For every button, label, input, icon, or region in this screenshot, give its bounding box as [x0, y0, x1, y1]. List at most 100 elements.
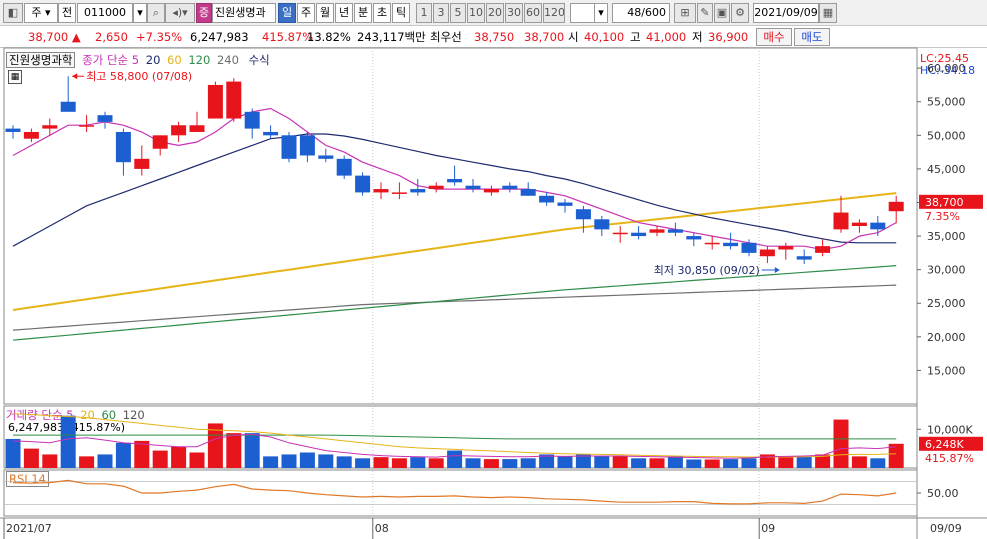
sell-button[interactable]: 매도	[794, 28, 830, 46]
volume-bar	[539, 454, 555, 468]
interval-button-7[interactable]: 120	[543, 3, 565, 23]
candle-body	[373, 189, 389, 193]
high-label: 고	[630, 30, 641, 44]
volume-bar	[428, 458, 444, 468]
code-dropdown[interactable]: ▾	[133, 3, 147, 23]
date-readout: 09/09	[930, 522, 962, 535]
volume-bar	[759, 454, 775, 468]
interval-button-1[interactable]: 3	[433, 3, 449, 23]
volume-last-tag	[919, 436, 983, 451]
candle-body	[410, 189, 426, 193]
period-select[interactable]: 주 ▾	[24, 3, 58, 23]
stock-code-input[interactable]: 011000	[77, 3, 133, 23]
buy-button[interactable]: 매수	[756, 28, 792, 46]
draw-icon[interactable]: ✎	[697, 3, 713, 23]
candle-body	[815, 246, 831, 253]
margin-badge: 증	[196, 3, 212, 23]
candle-body	[391, 192, 407, 194]
rsi-label[interactable]: RSI 14	[6, 471, 49, 487]
volume-bar	[263, 456, 279, 468]
candle-body	[612, 232, 628, 235]
interval-button-3[interactable]: 10	[467, 3, 485, 23]
volume-bar	[97, 454, 113, 468]
period-tab-2[interactable]: 월	[316, 3, 334, 23]
candle-body	[336, 158, 352, 176]
volume-ma20-line	[12, 413, 897, 458]
speaker-icon[interactable]: ◂)▾	[165, 3, 195, 23]
volume-bar	[667, 456, 683, 468]
last-pct-label: 7.35%	[925, 210, 960, 223]
volume-bar	[226, 433, 242, 468]
candle-body	[631, 232, 647, 237]
turnover: 13.82%	[307, 30, 351, 44]
price-tick-label: 40,000	[927, 196, 966, 209]
candle-body	[263, 131, 279, 136]
window-icon[interactable]: ◧	[3, 3, 23, 23]
candle-body	[171, 125, 187, 136]
interval-dropdown[interactable]: ▾	[594, 3, 608, 23]
low-label: 저	[692, 30, 703, 44]
candle-body	[23, 131, 39, 139]
settings-icon[interactable]: ⊞	[674, 3, 696, 23]
volume-bar	[483, 459, 499, 468]
ma240-label: 240	[216, 53, 239, 67]
last-price-tag	[919, 194, 983, 209]
price-tick-label: 15,000	[927, 364, 966, 377]
grid-toggle-icon[interactable]: ▦	[8, 70, 22, 84]
ma20-label: 20	[145, 53, 161, 67]
volume-ma120-label: 120	[122, 408, 145, 422]
candle-body	[134, 158, 150, 169]
candle-body	[759, 249, 775, 257]
interval-button-5[interactable]: 30	[505, 3, 523, 23]
date-input[interactable]: 2021/09/09	[753, 3, 819, 23]
period-tab-6[interactable]: 틱	[392, 3, 410, 23]
period-tab-0[interactable]: 일	[278, 3, 296, 23]
volume-bar	[244, 433, 260, 468]
ma-line-60	[12, 192, 897, 311]
interval-button-2[interactable]: 5	[450, 3, 466, 23]
chart-name-tab[interactable]: 진원생명과학	[6, 52, 76, 68]
chart-window: ◧ 주 ▾ 전 011000 ▾ ⌕ ◂)▾ 증 진원생명과 일주월년분초틱 1…	[0, 0, 987, 539]
interval-button-4[interactable]: 20	[486, 3, 504, 23]
quote-bar: 38,700 ▲ 2,650 +7.35% 6,247,983 415.87% …	[0, 26, 987, 48]
volume-ma-label: 거래량 단순 5	[6, 408, 74, 422]
volume-bar	[741, 458, 757, 468]
candle-body	[851, 222, 867, 226]
volume-bar	[5, 438, 21, 468]
volume-bar	[575, 454, 591, 468]
volume-bar	[281, 454, 297, 468]
volume-ratio: 415.87%	[262, 30, 314, 44]
save-icon[interactable]: ▣	[714, 3, 730, 23]
gear-icon[interactable]: ⚙	[731, 3, 749, 23]
low-arrow-head	[774, 266, 780, 273]
price: 38,700 ▲	[28, 30, 81, 44]
period-tab-5[interactable]: 초	[373, 3, 391, 23]
period-tab-1[interactable]: 주	[297, 3, 315, 23]
prev-button[interactable]: 전	[58, 3, 76, 23]
panel-frame-0	[3, 47, 918, 405]
price-legend: 진원생명과학 종가 단순 5 20 60 120 240 수식	[6, 52, 270, 68]
volume-tick-label: 10,000K	[927, 423, 973, 436]
interval-button-0[interactable]: 1	[416, 3, 432, 23]
calendar-icon[interactable]: ▦	[819, 3, 837, 23]
candle-body	[833, 212, 849, 230]
stock-name: 진원생명과	[212, 3, 276, 23]
volume-bar	[23, 448, 39, 468]
period-tab-3[interactable]: 년	[335, 3, 353, 23]
period-tab-4[interactable]: 분	[354, 3, 372, 23]
candle-body	[594, 219, 610, 230]
interval-button-6[interactable]: 60	[524, 3, 542, 23]
toolbar: ◧ 주 ▾ 전 011000 ▾ ⌕ ◂)▾ 증 진원생명과 일주월년분초틱 1…	[0, 0, 987, 26]
candle-body	[189, 125, 205, 132]
candle-body	[888, 201, 904, 212]
search-icon[interactable]: ⌕	[147, 3, 165, 23]
price-tick-label: 25,000	[927, 297, 966, 310]
formula-label: 수식	[248, 53, 270, 67]
candle-body	[97, 115, 113, 122]
candle-body	[741, 242, 757, 253]
volume-bar	[152, 450, 168, 468]
volume-bar	[594, 456, 610, 468]
bar-count[interactable]: 48/600	[612, 3, 670, 23]
change-pct: +7.35%	[136, 30, 183, 44]
rsi-legend: RSI 14	[6, 471, 49, 487]
